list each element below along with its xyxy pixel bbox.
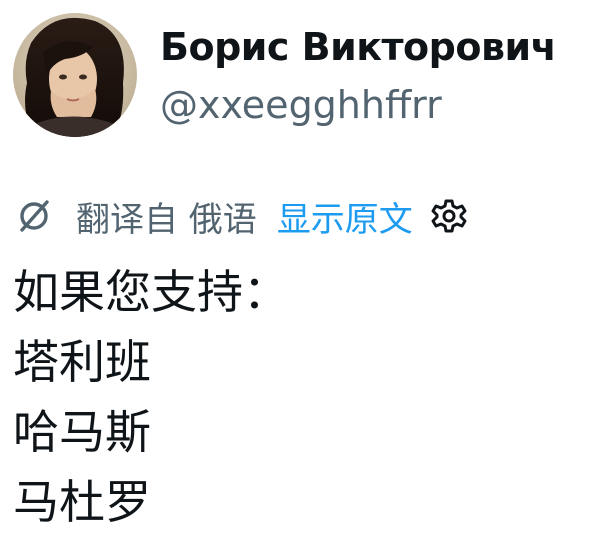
tweet-line: 塔利班: [13, 335, 151, 389]
show-original-link[interactable]: 显示原文: [277, 192, 413, 241]
avatar[interactable]: [13, 13, 137, 137]
user-handle[interactable]: @xxeegghhffrr: [160, 83, 442, 127]
tweet-line: 马杜罗: [13, 475, 151, 529]
display-name[interactable]: Борис Викторович: [160, 25, 557, 69]
tweet-line: 如果您支持：: [13, 265, 289, 319]
globe-slash-icon: [14, 196, 54, 236]
translated-from-label: 翻译自 俄语: [76, 199, 257, 240]
gear-icon[interactable]: [429, 196, 469, 236]
tweet-text: 如果您支持： 塔利班 哈马斯 马杜罗: [13, 257, 588, 537]
translation-bar: 翻译自 俄语 显示原文: [14, 191, 469, 241]
tweet-line: 哈马斯: [13, 405, 151, 459]
tweet-header: Борис Викторович @xxeegghhffrr: [13, 13, 593, 138]
